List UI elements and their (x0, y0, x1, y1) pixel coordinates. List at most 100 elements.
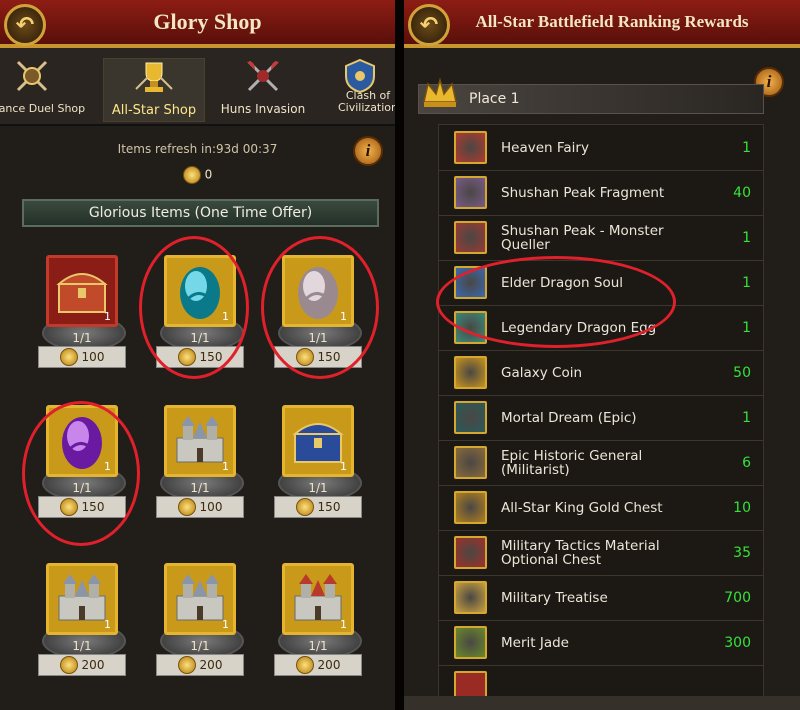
item-stock: 1/1 (190, 481, 210, 495)
reward-row[interactable]: Elder Dragon Soul 1 (439, 260, 763, 306)
item-frame: 1 (46, 563, 118, 635)
mountain-fragment-icon (454, 176, 487, 209)
gold-chest-icon (454, 491, 487, 524)
reward-name: Epic Historic General (Militarist) (501, 447, 643, 478)
price-value: 200 (317, 658, 341, 672)
coin-icon (295, 656, 314, 674)
reward-name: Shushan Peak Fragment (501, 184, 665, 201)
glory-shop-panel: ↶ Glory Shop Alliance Duel Shop All-Star… (0, 0, 395, 710)
page-title: All-Star Battlefield Ranking Rewards (475, 12, 749, 31)
item-quantity: 1 (340, 310, 347, 323)
reward-name: Military Treatise (501, 589, 608, 606)
reward-count: 40 (733, 184, 751, 201)
reward-count: 35 (733, 544, 751, 561)
coin-icon (295, 498, 314, 516)
item-stock: 1/1 (72, 481, 92, 495)
item-quantity: 1 (104, 310, 111, 323)
tab-label: Clash of Civilizations (338, 89, 395, 114)
item-stock: 1/1 (308, 331, 328, 345)
coin-balance: 0 (0, 166, 395, 184)
trophy-emblem-icon (135, 62, 173, 92)
buy-button[interactable]: 150 (156, 346, 244, 368)
jade-icon (454, 626, 487, 659)
section-banner: Glorious Items (One Time Offer) (22, 199, 379, 227)
reward-row[interactable]: Galaxy Coin 50 (439, 350, 763, 396)
coin-icon (177, 656, 196, 674)
bottom-bar (404, 696, 800, 710)
item-stock: 1/1 (72, 639, 92, 653)
reward-icon (454, 671, 487, 697)
buy-button[interactable]: 200 (38, 654, 126, 676)
item-frame: 1 (46, 255, 118, 327)
price-value: 100 (199, 500, 223, 514)
reward-count: 300 (724, 634, 751, 651)
reward-row[interactable]: Military Tactics Material Optional Chest… (439, 530, 763, 576)
buy-button[interactable]: 150 (38, 496, 126, 518)
item-stock: 1/1 (72, 331, 92, 345)
reward-name: Legendary Dragon Egg (501, 319, 657, 336)
tab-alliance-duel-shop[interactable]: Alliance Duel Shop (0, 58, 85, 120)
refresh-timer: Items refresh in:93d 00:37 (117, 142, 278, 156)
buy-button[interactable]: 200 (274, 654, 362, 676)
item-frame: 1 (282, 255, 354, 327)
buy-button[interactable]: 200 (156, 654, 244, 676)
buy-button[interactable]: 100 (38, 346, 126, 368)
reward-row[interactable]: Merit Jade 300 (439, 620, 763, 666)
rewards-header: ↶ All-Star Battlefield Ranking Rewards (404, 0, 800, 48)
reward-name: Heaven Fairy (501, 139, 589, 156)
item-quantity: 1 (104, 618, 111, 631)
item-quantity: 1 (104, 460, 111, 473)
buy-button[interactable]: 150 (274, 496, 362, 518)
coin-icon (177, 348, 196, 366)
info-icon[interactable]: i (353, 136, 383, 166)
buy-button[interactable]: 150 (274, 346, 362, 368)
reward-count: 50 (733, 364, 751, 381)
glory-shop-header: ↶ Glory Shop (0, 0, 395, 48)
galaxy-coin-icon (454, 356, 487, 389)
shop-tab-bar: Alliance Duel Shop All-Star Shop Huns In… (0, 48, 395, 126)
reward-row[interactable]: Epic Historic General (Militarist) 6 (439, 440, 763, 486)
item-stock: 1/1 (308, 639, 328, 653)
ranking-rewards-panel: ↶ All-Star Battlefield Ranking Rewards i… (404, 0, 800, 710)
reward-row[interactable]: Legendary Dragon Egg 1 (439, 305, 763, 351)
reward-row-partial (439, 665, 763, 697)
reward-name: Elder Dragon Soul (501, 274, 624, 291)
item-frame: 1 (282, 405, 354, 477)
dragon-soul-icon (454, 266, 487, 299)
crossed-axes-emblem-icon (247, 60, 279, 92)
item-quantity: 1 (222, 460, 229, 473)
tab-clash-of-civilizations[interactable]: Clash of Civilizations (320, 58, 395, 120)
reward-row[interactable]: Shushan Peak - Monster Queller 1 (439, 215, 763, 261)
tab-huns-invasion[interactable]: Huns Invasion (213, 58, 313, 120)
coin-icon (182, 166, 201, 184)
reward-count: 1 (742, 409, 751, 426)
reward-row[interactable]: All-Star King Gold Chest 10 (439, 485, 763, 531)
dragon-egg-icon (454, 311, 487, 344)
reward-count: 10 (733, 499, 751, 516)
reward-name: Military Tactics Material Optional Chest (501, 537, 660, 568)
general-scroll-icon (454, 446, 487, 479)
crossed-swords-emblem-icon (16, 60, 48, 92)
coin-icon (59, 656, 78, 674)
reward-count: 700 (724, 589, 751, 606)
reward-row[interactable]: Mortal Dream (Epic) 1 (439, 395, 763, 441)
item-frame: 1 (164, 255, 236, 327)
reward-name: Merit Jade (501, 634, 569, 651)
buy-button[interactable]: 100 (156, 496, 244, 518)
panel-divider (395, 0, 404, 710)
item-stock: 1/1 (190, 639, 210, 653)
reward-count: 1 (742, 319, 751, 336)
item-quantity: 1 (222, 310, 229, 323)
coin-icon (59, 348, 78, 366)
price-value: 150 (317, 350, 341, 364)
rewards-list[interactable]: Heaven Fairy 1 Shushan Peak Fragment 40 Shus… (438, 124, 764, 698)
back-arrow-icon[interactable]: ↶ (408, 4, 450, 46)
item-frame: 1 (164, 405, 236, 477)
tab-all-star-shop[interactable]: All-Star Shop (103, 58, 205, 122)
coin-icon (59, 498, 78, 516)
reward-row[interactable]: Heaven Fairy 1 (439, 125, 763, 171)
page-title: Glory Shop (153, 9, 262, 34)
reward-row[interactable]: Military Treatise 700 (439, 575, 763, 621)
reward-row[interactable]: Shushan Peak Fragment 40 (439, 170, 763, 216)
fairy-icon (454, 131, 487, 164)
